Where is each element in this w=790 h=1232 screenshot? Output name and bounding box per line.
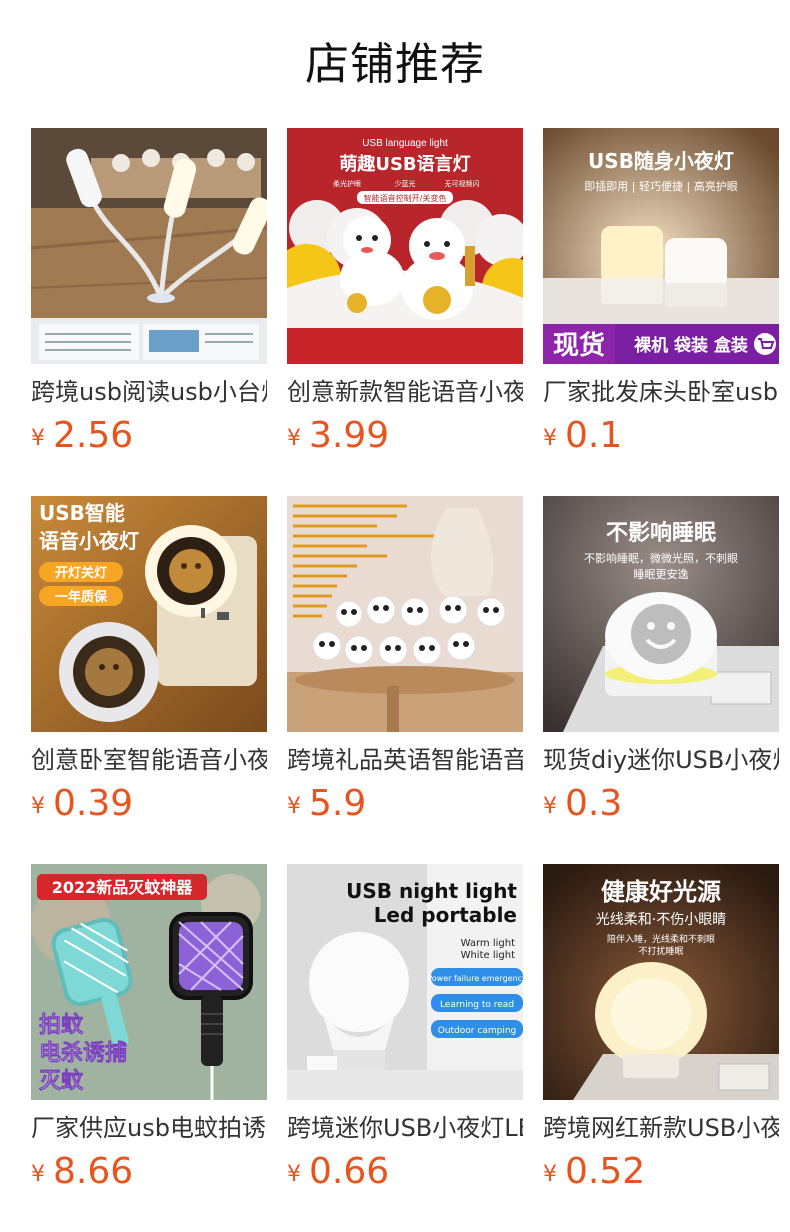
image-caption: Outdoor camping — [438, 1026, 516, 1036]
image-caption: 不影响睡眠，微微光照，不刺眼 — [584, 551, 738, 565]
product-name[interactable]: 跨境网红新款USB小夜灯 — [543, 1112, 779, 1144]
product-name[interactable]: 跨境usb阅读usb小台灯 — [31, 376, 267, 408]
image-caption: Led portable — [374, 903, 517, 927]
product-grid: 跨境usb阅读usb小台灯 ¥2.56 USB language light 萌… — [31, 128, 790, 1232]
image-caption: 开灯关灯 — [55, 565, 107, 581]
image-caption: 灭蚊 — [39, 1068, 84, 1094]
product-price: ¥5.9 — [287, 782, 366, 826]
image-caption: 陪伴入睡，光线柔和不刺眼 — [607, 933, 715, 945]
product-price: ¥0.52 — [543, 1150, 645, 1194]
product-image[interactable]: 健康好光源 光线柔和·不伤小眼睛 陪伴入睡，光线柔和不刺眼 不打扰睡眠 — [543, 864, 779, 1100]
product-name[interactable]: 跨境礼品英语智能语音小夜灯 — [287, 744, 523, 776]
image-caption: 2022新品灭蚊神器 — [52, 878, 194, 897]
product-card[interactable]: USB language light 萌趣USB语言灯 柔光护眼 少蓝光 无可视… — [287, 128, 523, 496]
image-caption: Warm light — [461, 938, 515, 949]
currency-symbol: ¥ — [287, 1162, 301, 1187]
product-price: ¥0.3 — [543, 782, 622, 826]
price-amount: 0.1 — [565, 415, 623, 456]
currency-symbol: ¥ — [31, 426, 45, 451]
image-caption: 无可视频闪 — [445, 179, 480, 188]
price-amount: 0.52 — [565, 1151, 646, 1192]
product-name[interactable]: 现货diy迷你USB小夜灯 — [543, 744, 779, 776]
price-amount: 8.66 — [53, 1151, 134, 1192]
image-caption: USB智能 — [39, 501, 125, 525]
image-caption: 萌趣USB语言灯 — [339, 153, 470, 175]
product-card[interactable]: 2022新品灭蚊神器 拍蚊 电杀诱捕 灭蚊 厂家供应usb电蚊拍诱捕 ¥8.66 — [31, 864, 267, 1232]
image-caption: 即插即用 | 轻巧便捷 | 高亮护眼 — [584, 179, 737, 193]
product-name[interactable]: 厂家批发床头卧室usb小夜灯 — [543, 376, 779, 408]
image-caption: 现货 — [553, 330, 605, 361]
image-caption: 一年质保 — [55, 589, 108, 605]
product-price: ¥0.1 — [543, 414, 622, 458]
price-amount: 5.9 — [309, 783, 367, 824]
product-name[interactable]: 跨境迷你USB小夜灯LED — [287, 1112, 523, 1144]
product-name[interactable]: 创意卧室智能语音小夜灯 — [31, 744, 267, 776]
image-caption: Learning to read — [440, 1000, 514, 1010]
product-card[interactable]: USB随身小夜灯 即插即用 | 轻巧便捷 | 高亮护眼 现货 裸机 袋装 盒装 … — [543, 128, 779, 496]
currency-symbol: ¥ — [287, 794, 301, 819]
currency-symbol: ¥ — [543, 426, 557, 451]
product-price: ¥8.66 — [31, 1150, 133, 1194]
product-price: ¥0.39 — [31, 782, 133, 826]
page-title: 店铺推荐 — [305, 39, 485, 90]
price-amount: 2.56 — [53, 415, 134, 456]
currency-symbol: ¥ — [543, 794, 557, 819]
image-caption: 拍蚊 — [39, 1012, 84, 1038]
image-caption: 不打扰睡眠 — [638, 945, 683, 957]
image-caption: 柔光护眼 — [333, 179, 361, 188]
image-caption: USB night light — [346, 879, 517, 903]
image-caption: 光线柔和·不伤小眼睛 — [596, 912, 726, 928]
currency-symbol: ¥ — [287, 426, 301, 451]
image-caption: 不影响睡眠 — [606, 520, 716, 546]
image-caption: USB language light — [362, 138, 448, 149]
product-image[interactable]: USB随身小夜灯 即插即用 | 轻巧便捷 | 高亮护眼 现货 裸机 袋装 盒装 — [543, 128, 779, 364]
product-image[interactable]: USB智能 语音小夜灯 开灯关灯 一年质保 — [31, 496, 267, 732]
image-caption: 智能语音控制开/关变色 — [364, 193, 447, 203]
currency-symbol: ¥ — [543, 1162, 557, 1187]
product-card[interactable]: USB智能 语音小夜灯 开灯关灯 一年质保 创意卧室智能语音小夜灯 — [31, 496, 267, 864]
product-card[interactable]: USB night light Led portable Warm light … — [287, 864, 523, 1232]
product-image[interactable]: USB night light Led portable Warm light … — [287, 864, 523, 1100]
price-amount: 0.66 — [309, 1151, 390, 1192]
product-card[interactable]: 不影响睡眠 不影响睡眠，微微光照，不刺眼 睡眠更安逸 现货diy迷你USB小夜灯… — [543, 496, 779, 864]
currency-symbol: ¥ — [31, 794, 45, 819]
image-caption: 睡眠更安逸 — [634, 567, 689, 581]
product-name[interactable]: 创意新款智能语音小夜灯 — [287, 376, 523, 408]
product-name[interactable]: 厂家供应usb电蚊拍诱捕 — [31, 1112, 267, 1144]
image-caption: White light — [461, 950, 515, 961]
product-price: ¥2.56 — [31, 414, 133, 458]
product-image[interactable] — [287, 496, 523, 732]
image-caption: 裸机 袋装 盒装 — [634, 335, 748, 356]
product-image[interactable] — [31, 128, 267, 364]
image-caption: 语音小夜灯 — [39, 529, 139, 553]
product-price: ¥0.66 — [287, 1150, 389, 1194]
product-card[interactable]: 跨境usb阅读usb小台灯 ¥2.56 — [31, 128, 267, 496]
price-amount: 0.3 — [565, 783, 623, 824]
product-image[interactable]: 不影响睡眠 不影响睡眠，微微光照，不刺眼 睡眠更安逸 — [543, 496, 779, 732]
image-caption: 少蓝光 — [395, 179, 416, 188]
currency-symbol: ¥ — [31, 1162, 45, 1187]
price-amount: 3.99 — [309, 415, 390, 456]
product-price: ¥3.99 — [287, 414, 389, 458]
image-caption: Power failure emergency — [427, 974, 523, 983]
image-caption: 健康好光源 — [601, 878, 721, 906]
price-amount: 0.39 — [53, 783, 134, 824]
product-card[interactable]: 跨境礼品英语智能语音小夜灯 ¥5.9 — [287, 496, 523, 864]
product-image[interactable]: USB language light 萌趣USB语言灯 柔光护眼 少蓝光 无可视… — [287, 128, 523, 364]
product-image[interactable]: 2022新品灭蚊神器 拍蚊 电杀诱捕 灭蚊 — [31, 864, 267, 1100]
product-card[interactable]: 健康好光源 光线柔和·不伤小眼睛 陪伴入睡，光线柔和不刺眼 不打扰睡眠 跨境网红… — [543, 864, 779, 1232]
image-caption: USB随身小夜灯 — [588, 149, 734, 173]
image-caption: 电杀诱捕 — [39, 1040, 127, 1066]
